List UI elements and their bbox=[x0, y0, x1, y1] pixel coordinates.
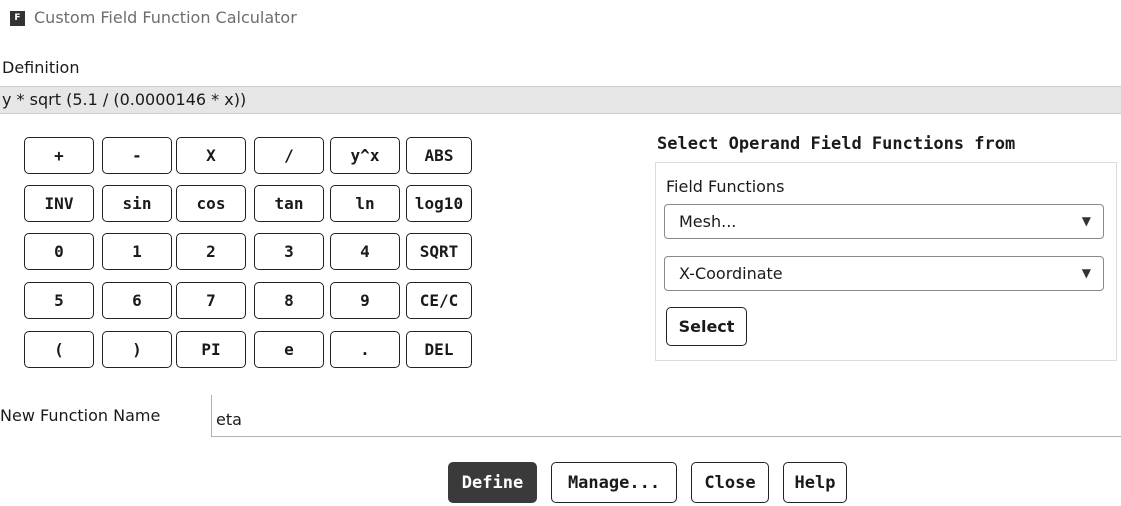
field-functions-label: Field Functions bbox=[666, 177, 785, 196]
calc-key[interactable]: e bbox=[254, 331, 324, 368]
select-button[interactable]: Select bbox=[666, 307, 747, 346]
calc-key[interactable]: SQRT bbox=[406, 233, 472, 270]
manage-button[interactable]: Manage... bbox=[551, 462, 677, 503]
calc-key[interactable]: 2 bbox=[176, 233, 246, 270]
help-button[interactable]: Help bbox=[783, 462, 847, 503]
chevron-down-icon: ▼ bbox=[1081, 266, 1091, 280]
calc-key[interactable]: ( bbox=[24, 331, 94, 368]
calc-key[interactable]: 0 bbox=[24, 233, 94, 270]
new-function-name-input[interactable] bbox=[211, 395, 1121, 437]
calc-key[interactable]: / bbox=[254, 137, 324, 174]
field-category-value: Mesh... bbox=[679, 212, 737, 231]
calc-key[interactable]: PI bbox=[176, 331, 246, 368]
new-function-name-label: New Function Name bbox=[0, 406, 161, 425]
calc-key[interactable]: 3 bbox=[254, 233, 324, 270]
calc-key[interactable]: tan bbox=[254, 185, 324, 222]
calc-key[interactable]: 4 bbox=[330, 233, 400, 270]
calc-key[interactable]: 8 bbox=[254, 282, 324, 319]
calc-key[interactable]: CE/C bbox=[406, 282, 472, 319]
calc-key[interactable]: INV bbox=[24, 185, 94, 222]
calc-key[interactable]: 6 bbox=[102, 282, 172, 319]
calc-key[interactable]: 9 bbox=[330, 282, 400, 319]
calc-key[interactable]: cos bbox=[176, 185, 246, 222]
field-category-dropdown[interactable]: Mesh... ▼ bbox=[664, 204, 1104, 239]
calc-key[interactable]: 7 bbox=[176, 282, 246, 319]
calc-key[interactable]: . bbox=[330, 331, 400, 368]
calc-key[interactable]: ln bbox=[330, 185, 400, 222]
calc-key[interactable]: X bbox=[176, 137, 246, 174]
define-button[interactable]: Define bbox=[448, 462, 537, 503]
calc-key[interactable]: sin bbox=[102, 185, 172, 222]
calc-key[interactable]: DEL bbox=[406, 331, 472, 368]
app-icon: F bbox=[10, 11, 25, 26]
chevron-down-icon: ▼ bbox=[1081, 214, 1091, 228]
calc-key[interactable]: + bbox=[24, 137, 94, 174]
definition-field[interactable]: y * sqrt (5.1 / (0.0000146 * x)) bbox=[0, 86, 1121, 114]
calc-key[interactable]: 5 bbox=[24, 282, 94, 319]
definition-label: Definition bbox=[2, 58, 80, 77]
calc-key[interactable]: log10 bbox=[406, 185, 472, 222]
operand-section-title: Select Operand Field Functions from bbox=[657, 134, 1016, 154]
close-button[interactable]: Close bbox=[691, 462, 769, 503]
field-function-value: X-Coordinate bbox=[679, 264, 783, 283]
calc-key[interactable]: ABS bbox=[406, 137, 472, 174]
window-title: Custom Field Function Calculator bbox=[34, 8, 297, 27]
calc-key[interactable]: ) bbox=[102, 331, 172, 368]
calc-key[interactable]: y^x bbox=[330, 137, 400, 174]
calc-key[interactable]: 1 bbox=[102, 233, 172, 270]
calc-key[interactable]: - bbox=[102, 137, 172, 174]
field-function-dropdown[interactable]: X-Coordinate ▼ bbox=[664, 256, 1104, 291]
